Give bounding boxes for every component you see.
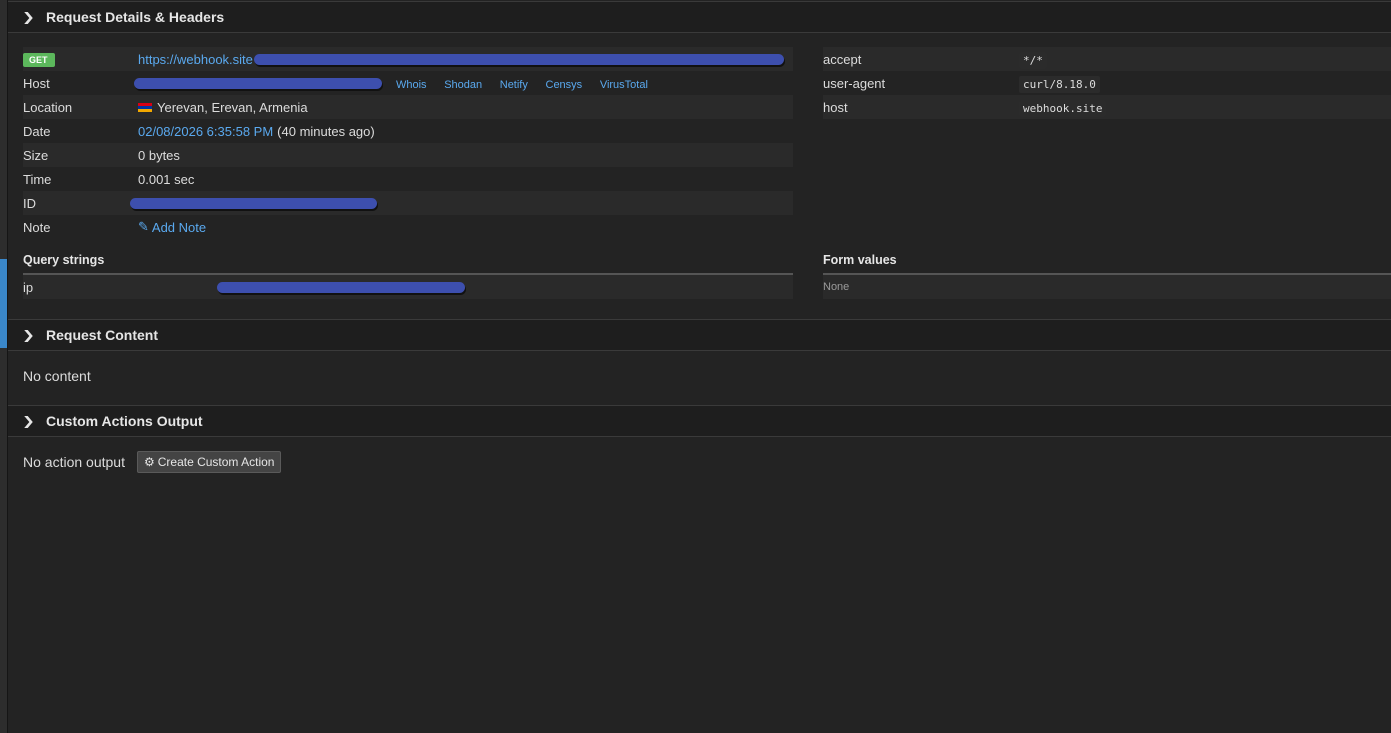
location-text: Yerevan, Erevan, Armenia xyxy=(157,99,308,115)
detail-row-size: Size 0 bytes xyxy=(23,143,793,167)
add-note-link[interactable]: Add Note xyxy=(152,220,206,235)
form-values-title: Form values xyxy=(823,253,1391,275)
header-name: host xyxy=(823,99,848,115)
form-values-empty: None xyxy=(823,281,850,293)
time-label: Time xyxy=(23,171,52,187)
date-label: Date xyxy=(23,123,51,139)
request-details-table: GET https://webhook.site Host Whois Shod… xyxy=(23,47,793,239)
size-label: Size xyxy=(23,147,49,163)
date-value: 02/08/2026 6:35:58 PM (40 minutes ago) xyxy=(138,124,375,139)
armenia-flag-icon xyxy=(138,102,152,112)
gear-icon: ⚙ xyxy=(143,455,155,469)
redacted-host xyxy=(134,77,382,89)
query-string-row: ip xyxy=(23,275,793,299)
custom-actions-body: No action output ⚙ Create Custom Action xyxy=(23,451,282,473)
request-headers-table: accept */* user-agent curl/8.18.0 host w… xyxy=(823,47,1391,119)
no-action-output-text: No action output xyxy=(23,454,125,470)
shodan-link[interactable]: Shodan xyxy=(444,79,482,91)
header-row: user-agent curl/8.18.0 xyxy=(823,71,1391,95)
time-value: 0.001 sec xyxy=(138,171,195,187)
section-title: Request Details & Headers xyxy=(46,9,225,25)
detail-row-host: Host Whois Shodan Netify Censys VirusTot… xyxy=(23,71,793,95)
method-cell: GET xyxy=(23,51,138,67)
netify-link[interactable]: Netify xyxy=(500,79,528,91)
header-value: */* xyxy=(1019,51,1047,69)
censys-link[interactable]: Censys xyxy=(546,79,583,91)
header-value: webhook.site xyxy=(1019,99,1107,117)
id-label: ID xyxy=(23,195,36,211)
detail-row-time: Time 0.001 sec xyxy=(23,167,793,191)
section-header-request-content[interactable]: ❯ Request Content xyxy=(8,319,1391,351)
whois-link[interactable]: Whois xyxy=(396,79,427,91)
date-link[interactable]: 02/08/2026 6:35:58 PM xyxy=(138,124,273,139)
form-values-empty-row: None xyxy=(823,275,1391,299)
no-content-text: No content xyxy=(23,368,91,384)
method-badge: GET xyxy=(23,53,55,67)
section-header-request-details[interactable]: ❯ Request Details & Headers xyxy=(8,1,1391,33)
note-label: Note xyxy=(23,219,51,235)
virustotal-link[interactable]: VirusTotal xyxy=(600,79,648,91)
section-title: Request Content xyxy=(46,327,158,343)
host-value: Whois Shodan Netify Censys VirusTotal xyxy=(134,76,648,91)
header-row: accept */* xyxy=(823,47,1391,71)
detail-row-location: Location Yerevan, Erevan, Armenia xyxy=(23,95,793,119)
url-cell: https://webhook.site xyxy=(138,52,784,67)
chevron-down-icon: ❯ xyxy=(21,414,35,428)
size-value: 0 bytes xyxy=(138,147,180,163)
section-header-custom-actions[interactable]: ❯ Custom Actions Output xyxy=(8,405,1391,437)
date-relative: (40 minutes ago) xyxy=(277,123,375,139)
chevron-down-icon: ❯ xyxy=(21,328,35,342)
detail-row-date: Date 02/08/2026 6:35:58 PM (40 minutes a… xyxy=(23,119,793,143)
host-lookup-links: Whois Shodan Netify Censys VirusTotal xyxy=(382,76,648,91)
query-param-name: ip xyxy=(23,279,34,295)
note-value: ✎ Add Note xyxy=(138,219,206,235)
location-label: Location xyxy=(23,99,73,115)
header-name: user-agent xyxy=(823,75,886,91)
pencil-icon[interactable]: ✎ xyxy=(138,219,149,235)
redacted-query-value xyxy=(217,281,465,293)
detail-row-url: GET https://webhook.site xyxy=(23,47,793,71)
detail-row-id: ID xyxy=(23,191,793,215)
id-value xyxy=(130,197,377,209)
form-values-table: Form values None xyxy=(823,253,1391,299)
header-row: host webhook.site xyxy=(823,95,1391,119)
create-custom-action-button[interactable]: ⚙ Create Custom Action xyxy=(136,451,282,473)
location-value: Yerevan, Erevan, Armenia xyxy=(138,100,308,115)
chevron-down-icon: ❯ xyxy=(21,10,35,24)
header-name: accept xyxy=(823,51,862,67)
query-strings-title: Query strings xyxy=(23,253,793,275)
section-title: Custom Actions Output xyxy=(46,413,203,429)
query-strings-table: Query strings ip xyxy=(23,253,793,299)
redacted-id xyxy=(130,197,377,209)
host-label: Host xyxy=(23,75,50,91)
create-custom-action-label: Create Custom Action xyxy=(157,455,275,469)
request-panel: ❯ Request Details & Headers GET https://… xyxy=(8,0,1391,733)
detail-row-note: Note ✎ Add Note xyxy=(23,215,793,239)
redacted-url-path xyxy=(253,53,784,65)
rail-active-indicator xyxy=(0,259,7,348)
left-rail xyxy=(0,0,8,733)
request-url-link[interactable]: https://webhook.site xyxy=(138,52,253,67)
header-value: curl/8.18.0 xyxy=(1019,75,1100,93)
